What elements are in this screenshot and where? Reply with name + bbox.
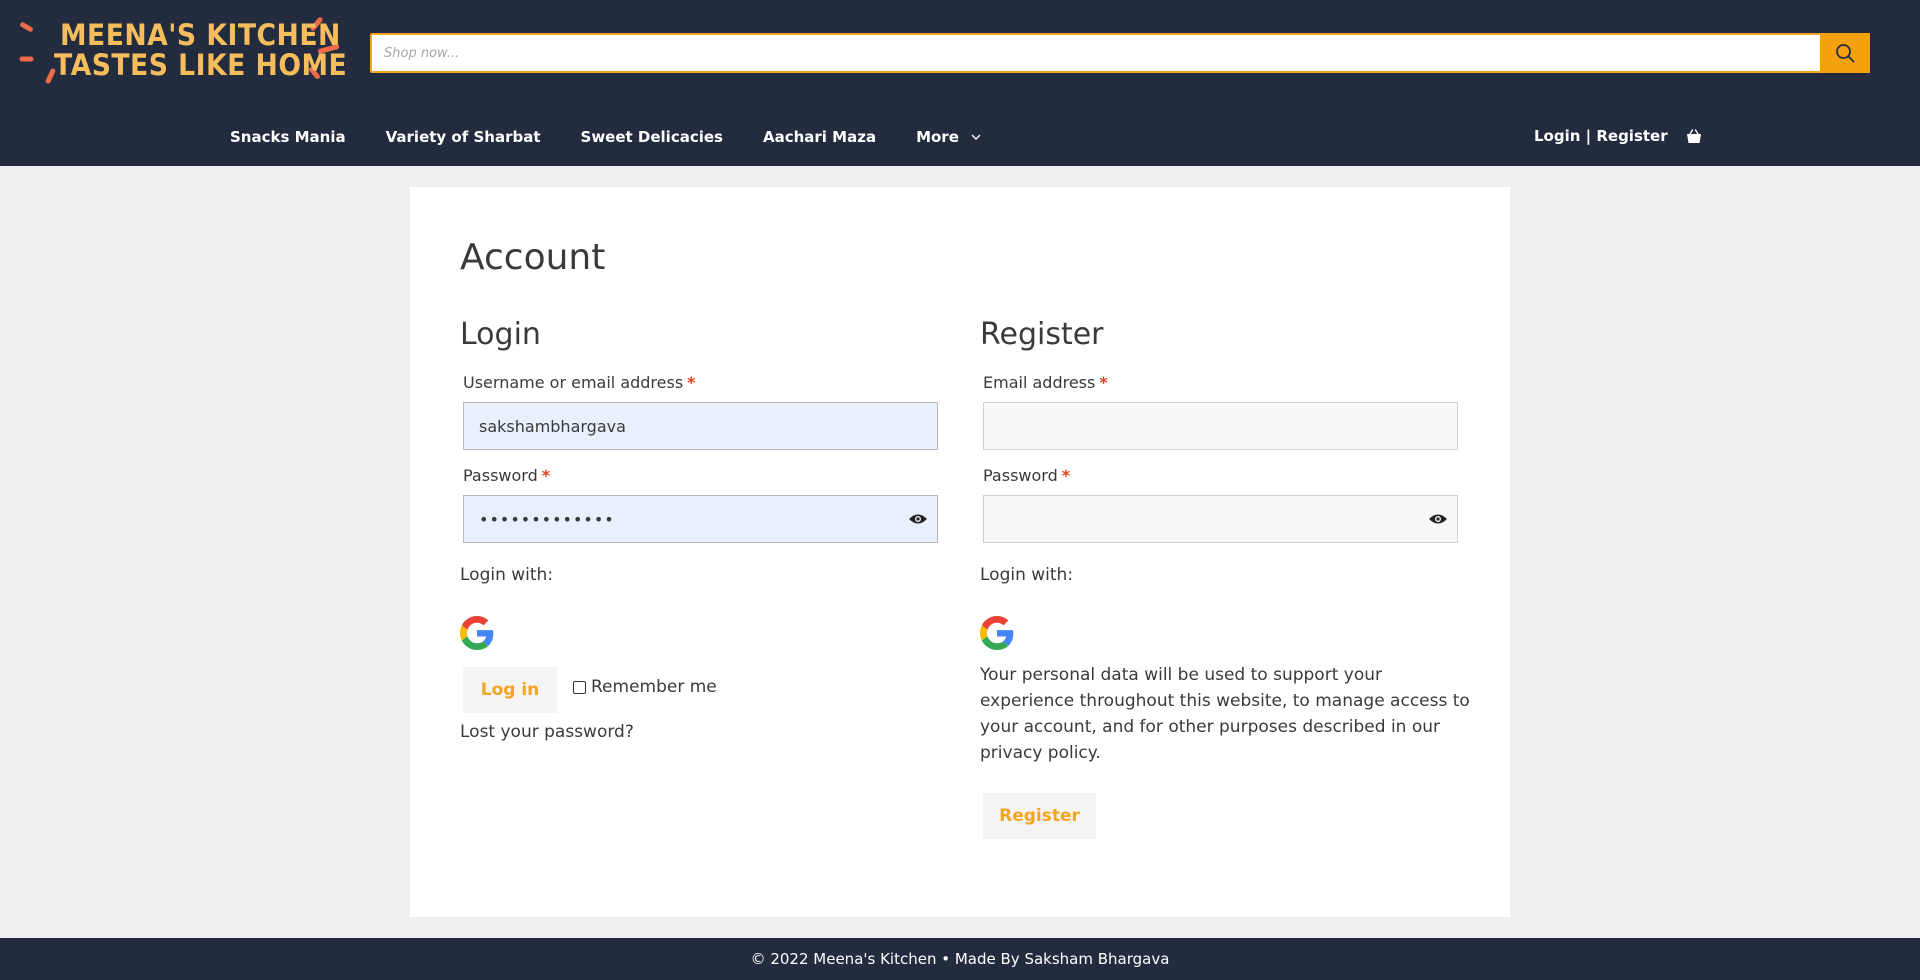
email-field[interactable] [983, 402, 1458, 450]
search-input[interactable] [384, 35, 1784, 71]
account-card: Account Login Username or email address *… [410, 187, 1510, 917]
logo-line-1: MEENA'S KITCHEN [60, 18, 341, 52]
chevron-down-icon [971, 134, 981, 141]
login-section: Login Username or email address* Passwor… [460, 317, 940, 742]
email-label: Email address * [983, 373, 1108, 392]
account-area: Login | Register [1534, 127, 1702, 145]
login-password-label: Password * [463, 466, 550, 485]
register-section: Register Email address * Password * Login … [980, 317, 1470, 839]
cart-icon[interactable] [1686, 128, 1702, 144]
username-label-text: Username or email address [463, 373, 684, 392]
lost-password-link[interactable]: Lost your password? [460, 722, 634, 742]
search-button[interactable] [1820, 33, 1870, 73]
nav-variety-of-sharbat[interactable]: Variety of Sharbat [386, 128, 541, 146]
username-field[interactable] [463, 402, 938, 450]
site-header: MEENA'S KITCHEN TASTES LIKE HOME Snacks … [0, 0, 1920, 166]
required-mark: * [687, 373, 696, 392]
logo-line-2: TASTES LIKE HOME [54, 48, 348, 82]
register-button[interactable]: Register [983, 793, 1096, 839]
login-password-label-text: Password [463, 466, 538, 485]
search-bar [370, 33, 1870, 73]
remember-me-checkbox[interactable] [573, 680, 586, 694]
login-with-label: Login with: [460, 565, 554, 585]
username-label: Username or email address * [463, 373, 696, 392]
remember-me[interactable]: Remember me [573, 677, 717, 697]
google-icon[interactable] [980, 616, 1014, 650]
google-icon[interactable] [460, 616, 494, 650]
nav-snacks-mania[interactable]: Snacks Mania [230, 128, 346, 146]
search-icon [1836, 44, 1855, 63]
footer-text: © 2022 Meena's Kitchen • Made By Saksham… [750, 950, 1170, 968]
register-login-with-label: Login with: [980, 565, 1074, 585]
register-title: Register [980, 317, 1104, 352]
nav-more-label: More [916, 128, 959, 146]
logo-spark [19, 21, 34, 33]
privacy-notice: Your personal data will be used to suppo… [980, 665, 1470, 763]
login-title: Login [460, 317, 541, 352]
eye-icon[interactable] [908, 512, 928, 526]
email-label-text: Email address [983, 373, 1096, 392]
site-footer: © 2022 Meena's Kitchen • Made By Saksham… [0, 938, 1920, 980]
main-nav: Snacks Mania Variety of Sharbat Sweet De… [230, 127, 1021, 147]
eye-icon[interactable] [1428, 512, 1448, 526]
register-password-label: Password * [983, 466, 1070, 485]
site-logo[interactable]: MEENA'S KITCHEN TASTES LIKE HOME [18, 16, 348, 92]
login-password-field[interactable] [463, 495, 938, 543]
logo-spark [19, 56, 34, 62]
required-mark: * [1099, 373, 1108, 392]
register-password-label-text: Password [983, 466, 1058, 485]
login-register-link[interactable]: Login | Register [1534, 127, 1668, 145]
required-mark: * [1061, 466, 1071, 485]
required-mark: * [541, 466, 551, 485]
page-title: Account [460, 237, 606, 278]
nav-more[interactable]: More [916, 128, 981, 146]
nav-sweet-delicacies[interactable]: Sweet Delicacies [581, 128, 723, 146]
nav-aachari-maza[interactable]: Aachari Maza [763, 128, 876, 146]
register-password-field[interactable] [983, 495, 1458, 543]
login-button[interactable]: Log in [463, 667, 557, 713]
remember-me-label: Remember me [591, 677, 717, 697]
